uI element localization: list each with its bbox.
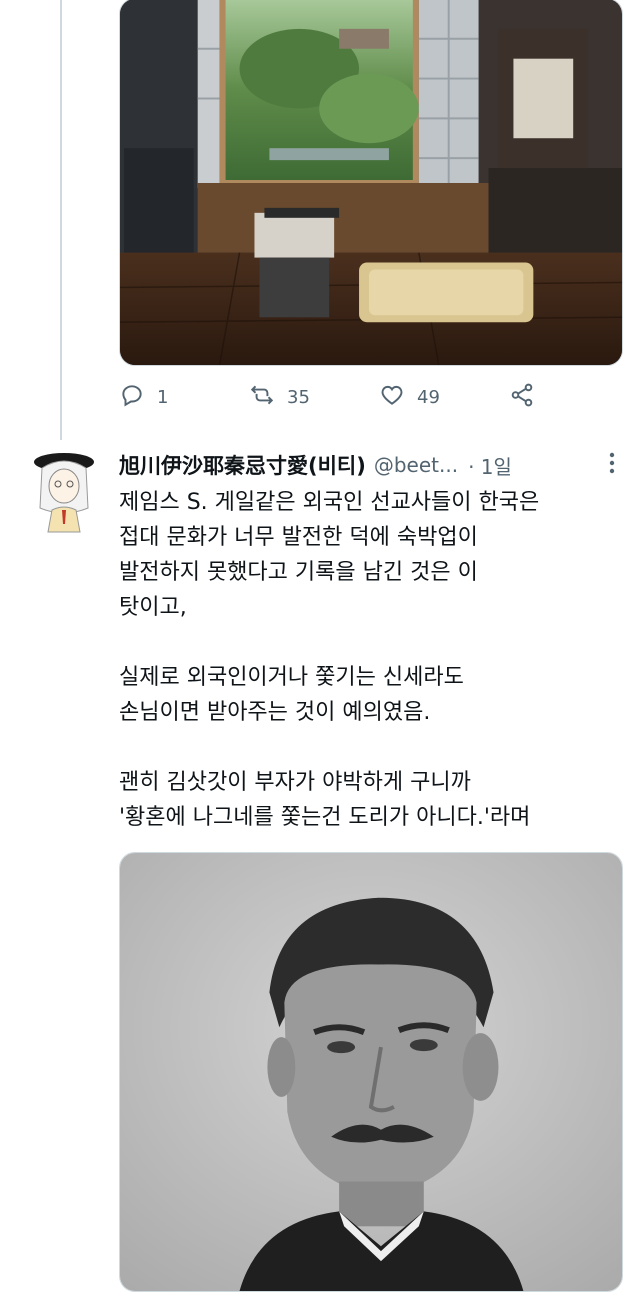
like-button[interactable]: 49 (379, 382, 440, 412)
reply-button[interactable]: 1 (119, 382, 168, 412)
user-handle[interactable]: @beet... (374, 453, 458, 477)
reply-icon (119, 382, 145, 412)
retweet-count: 35 (287, 386, 310, 408)
share-button[interactable] (509, 382, 535, 412)
timestamp[interactable]: · 1일 (468, 451, 512, 480)
tweet-header: 旭川伊沙耶秦忌寸愛(비티) @beet... · 1일 (119, 446, 623, 484)
thread-line (60, 0, 62, 440)
more-options-icon[interactable] (607, 450, 617, 478)
portrait-photo[interactable] (119, 852, 623, 1292)
like-count: 49 (417, 386, 440, 408)
reply-count: 1 (157, 386, 169, 408)
retweet-icon (249, 382, 275, 412)
share-icon (509, 382, 535, 412)
display-name[interactable]: 旭川伊沙耶秦忌寸愛(비티) (119, 450, 366, 480)
tweet-action-bar: 1 35 49 (119, 374, 623, 420)
hanok-room-photo[interactable] (119, 0, 623, 366)
retweet-button[interactable]: 35 (249, 382, 310, 412)
like-icon (379, 382, 405, 412)
tweet-text: 제임스 S. 게일같은 외국인 선교사들이 한국은 접대 문화가 너무 발전한 … (119, 490, 540, 830)
avatar[interactable] (32, 448, 96, 534)
